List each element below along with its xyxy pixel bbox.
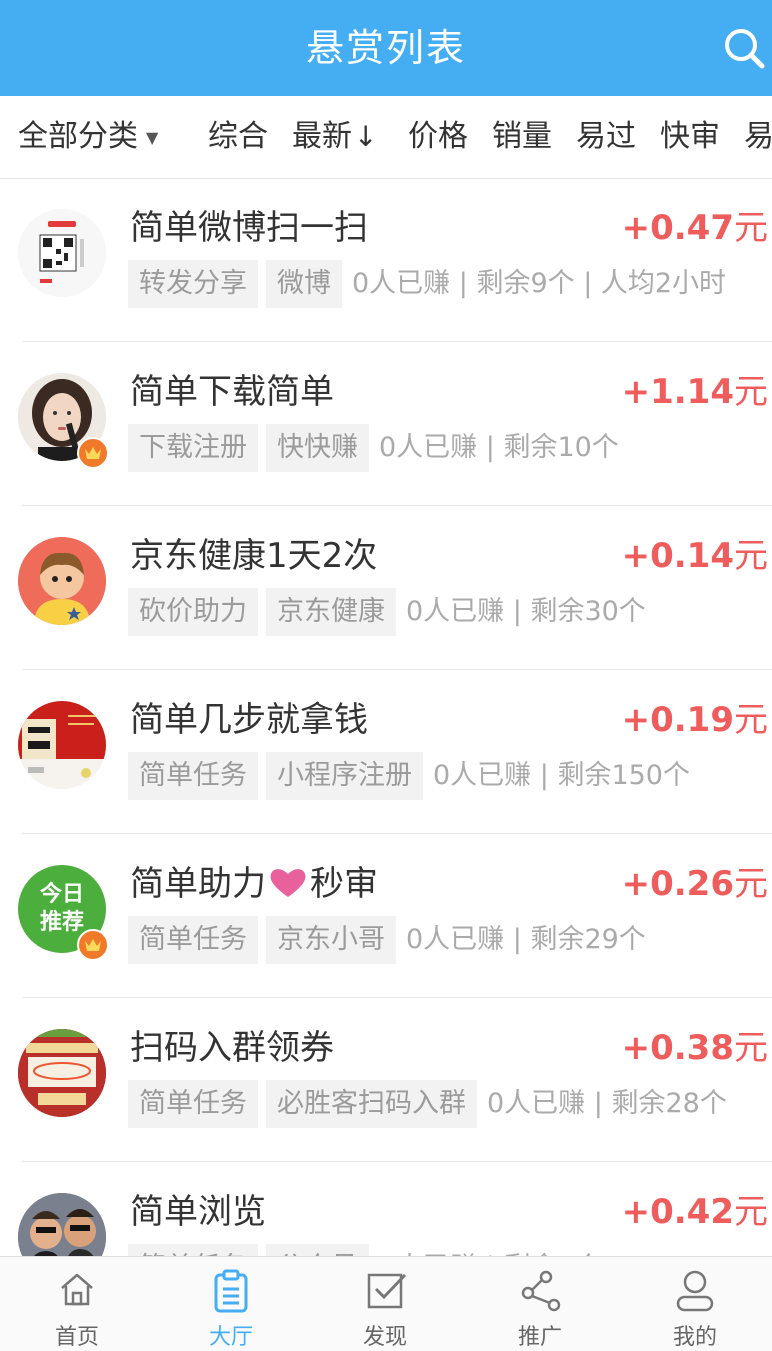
sort-price[interactable]: 价格 — [408, 96, 468, 178]
task-tag: 小程序注册 — [266, 752, 423, 800]
task-title: 简单助力 秒审 — [130, 864, 378, 904]
task-price: +0.26元 — [621, 864, 768, 904]
task-price: +1.14元 — [621, 372, 768, 412]
task-title: 简单几步就拿钱 — [130, 700, 368, 740]
task-meta: 简单任务 必胜客扫码入群 0人已赚 | 剩余28个 — [128, 1080, 727, 1128]
avatar — [18, 537, 106, 625]
crown-badge-icon — [77, 437, 109, 469]
tab-promote[interactable]: 推广 — [463, 1257, 617, 1351]
task-meta: 简单任务 京东小哥 0人已赚 | 剩余29个 — [128, 916, 646, 964]
sort-newest[interactable]: 最新↓ — [292, 96, 377, 178]
task-item[interactable]: 今日 推荐 简单助力 秒审 +0.26元 简单任务 京东小哥 0人已赚 | 剩余29个 — [0, 834, 772, 998]
sort-more[interactable]: 易 — [744, 96, 772, 178]
task-stats: 0人已赚 | 剩余10个 — [379, 432, 619, 463]
task-price: +0.38元 — [621, 1028, 768, 1068]
task-tag: 京东小哥 — [266, 916, 396, 964]
task-title: 京东健康1天2次 — [130, 536, 378, 576]
task-item[interactable]: 简单微博扫一扫 +0.47元 转发分享 微博 0人已赚 | 剩余9个 | 人均2小时 — [0, 178, 772, 342]
task-tag: 砍价助力 — [128, 588, 258, 636]
task-title: 简单浏览 — [130, 1192, 266, 1232]
task-tag: 简单任务 — [128, 916, 258, 964]
task-price: +0.19元 — [621, 700, 768, 740]
clipboard-icon — [214, 1269, 248, 1313]
sort-comprehensive[interactable]: 综合 — [208, 96, 268, 178]
tab-discover[interactable]: 发现 — [308, 1257, 462, 1351]
task-tag: 公众号 — [266, 1244, 369, 1256]
top-bar: 悬赏列表 — [0, 0, 772, 96]
task-tag: 简单任务 — [128, 1244, 258, 1256]
filter-bar: 全部分类 ▼ 综合 最新↓ 价格 销量 易过 快审 易 — [0, 96, 772, 179]
sort-sales[interactable]: 销量 — [492, 96, 552, 178]
task-item[interactable]: 简单下载简单 +1.14元 下载注册 快快赚 0人已赚 | 剩余10个 — [0, 342, 772, 506]
sort-fast-review[interactable]: 快审 — [660, 96, 720, 178]
checkbox-icon — [367, 1273, 407, 1309]
task-stats: 0人已赚 | 剩余29个 — [406, 924, 646, 955]
task-title: 扫码入群领券 — [130, 1028, 334, 1068]
task-meta: 下载注册 快快赚 0人已赚 | 剩余10个 — [128, 424, 619, 472]
task-stats: 0人已赚 | 剩余1个 — [379, 1244, 602, 1256]
tab-hall[interactable]: 大厅 — [154, 1257, 308, 1351]
bottom-tab-bar: 首页 大厅 发现 推广 我的 — [0, 1256, 772, 1351]
category-dropdown[interactable]: 全部分类 ▼ — [18, 96, 159, 178]
task-tag: 微博 — [266, 260, 342, 308]
task-title: 简单下载简单 — [130, 372, 334, 412]
task-price: +0.14元 — [621, 536, 768, 576]
user-icon — [676, 1270, 714, 1312]
share-icon — [521, 1270, 561, 1312]
heart-icon — [270, 869, 306, 897]
task-list: 简单微博扫一扫 +0.47元 转发分享 微博 0人已赚 | 剩余9个 | 人均2小时… — [0, 178, 772, 1256]
task-stats: 0人已赚 | 剩余30个 — [406, 596, 646, 627]
crown-badge-icon — [77, 929, 109, 961]
task-meta: 简单任务 小程序注册 0人已赚 | 剩余150个 — [128, 752, 690, 800]
task-stats: 0人已赚 | 剩余9个 | 人均2小时 — [352, 268, 727, 299]
home-icon — [61, 1273, 93, 1306]
task-item[interactable]: 简单几步就拿钱 +0.19元 简单任务 小程序注册 0人已赚 | 剩余150个 — [0, 670, 772, 834]
avatar — [18, 209, 106, 297]
task-stats: 0人已赚 | 剩余28个 — [487, 1088, 727, 1119]
task-title: 简单微博扫一扫 — [130, 208, 368, 248]
sort-easy-pass[interactable]: 易过 — [576, 96, 636, 178]
task-meta: 简单任务公众号 0人已赚 | 剩余1个 — [128, 1244, 602, 1256]
tab-home[interactable]: 首页 — [0, 1257, 154, 1351]
tab-mine[interactable]: 我的 — [618, 1257, 772, 1351]
task-meta: 转发分享 微博 0人已赚 | 剩余9个 | 人均2小时 — [128, 260, 726, 308]
task-item[interactable]: 扫码入群领券 +0.38元 简单任务 必胜客扫码入群 0人已赚 | 剩余28个 — [0, 998, 772, 1162]
task-price: +0.42元 — [621, 1192, 768, 1232]
caret-down-icon: ▼ — [146, 127, 159, 147]
avatar — [18, 701, 106, 789]
task-tag: 京东健康 — [266, 588, 396, 636]
task-tag: 简单任务 — [128, 752, 258, 800]
task-item[interactable]: 简单浏览 +0.42元 简单任务公众号 0人已赚 | 剩余1个 — [0, 1162, 772, 1256]
avatar — [18, 1193, 106, 1256]
task-tag: 必胜客扫码入群 — [266, 1080, 477, 1128]
task-tag: 下载注册 — [128, 424, 258, 472]
avatar — [18, 1029, 106, 1117]
task-item[interactable]: 京东健康1天2次 +0.14元 砍价助力 京东健康 0人已赚 | 剩余30个 — [0, 506, 772, 670]
task-price: +0.47元 — [621, 208, 768, 248]
task-tag: 快快赚 — [266, 424, 369, 472]
search-icon[interactable] — [722, 26, 766, 70]
task-tag: 转发分享 — [128, 260, 258, 308]
task-meta: 砍价助力 京东健康 0人已赚 | 剩余30个 — [128, 588, 646, 636]
task-tag: 简单任务 — [128, 1080, 258, 1128]
task-stats: 0人已赚 | 剩余150个 — [433, 760, 690, 791]
arrow-down-icon: ↓ — [354, 120, 378, 153]
page-title: 悬赏列表 — [305, 26, 466, 70]
